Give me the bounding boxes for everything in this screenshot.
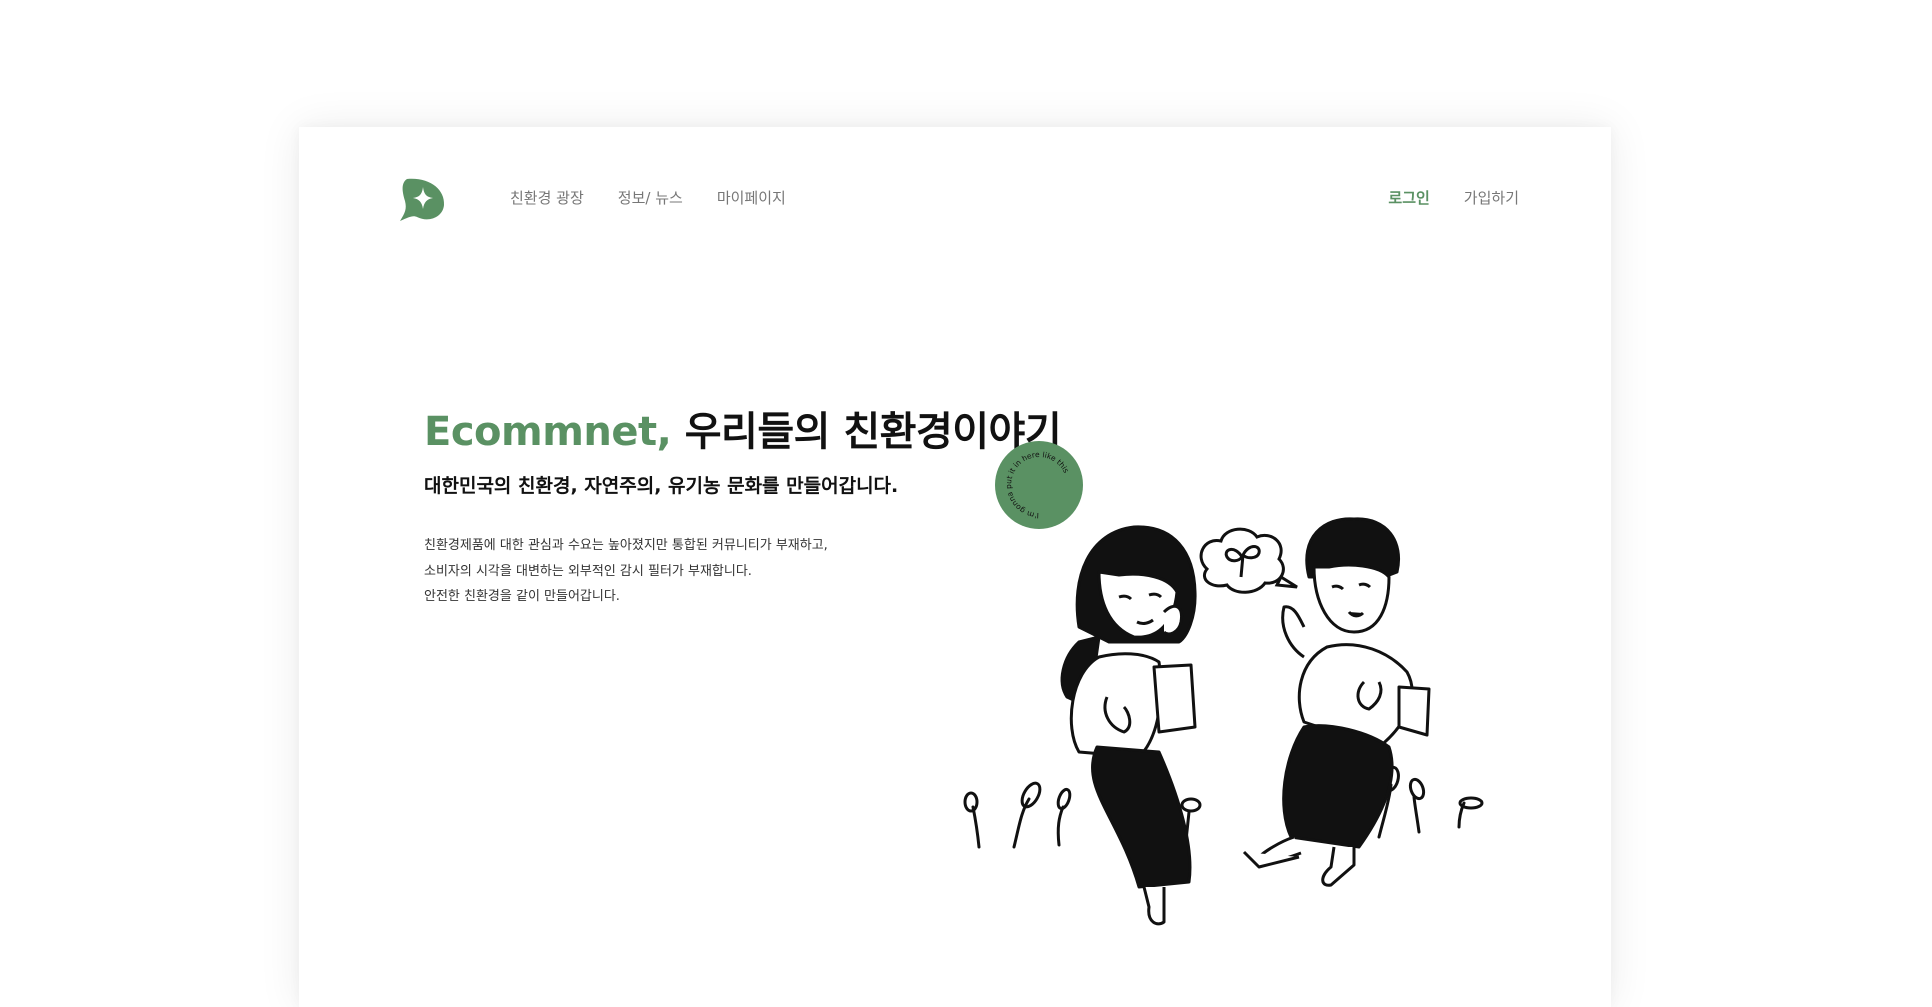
sprout-icon [963,765,1484,869]
thought-bubble-icon [1199,527,1298,594]
hero-body-line: 소비자의 시각을 대변하는 외부적인 감시 필터가 부재합니다. [424,563,752,579]
hero-subtitle: 대한민국의 친환경, 자연주의, 유기농 문화를 만들어갑니다. [424,475,899,497]
nav-link-eco-square[interactable]: 친환경 광장 [510,187,584,208]
page-card: 친환경 광장 정보/ 뉴스 마이페이지 로그인 가입하기 Ecommnet, 우… [299,127,1611,1007]
main-nav: 친환경 광장 정보/ 뉴스 마이페이지 [510,187,786,208]
nav-link-info-news[interactable]: 정보/ 뉴스 [618,187,683,208]
signup-link[interactable]: 가입하기 [1464,187,1519,208]
hero-illustration: I'm gonna put it in here like this [963,441,1484,926]
hero-body-line: 안전한 친환경을 같이 만들어갑니다. [424,589,620,604]
login-link[interactable]: 로그인 [1388,187,1429,208]
green-badge-icon: I'm gonna put it in here like this [995,441,1083,529]
nav-link-mypage[interactable]: 마이페이지 [717,187,786,208]
brand-name: Ecommnet, [424,409,672,455]
auth-links: 로그인 가입하기 [1388,187,1519,208]
hero-body: 친환경제품에 대한 관심과 수요는 높아졌지만 통합된 커뮤니티가 부재하고, … [424,533,828,610]
woman-figure [1060,525,1197,926]
hero-body-line: 친환경제품에 대한 관심과 수요는 높아졌지만 통합된 커뮤니티가 부재하고, [424,538,828,553]
leaf-logo-icon[interactable] [399,175,445,223]
